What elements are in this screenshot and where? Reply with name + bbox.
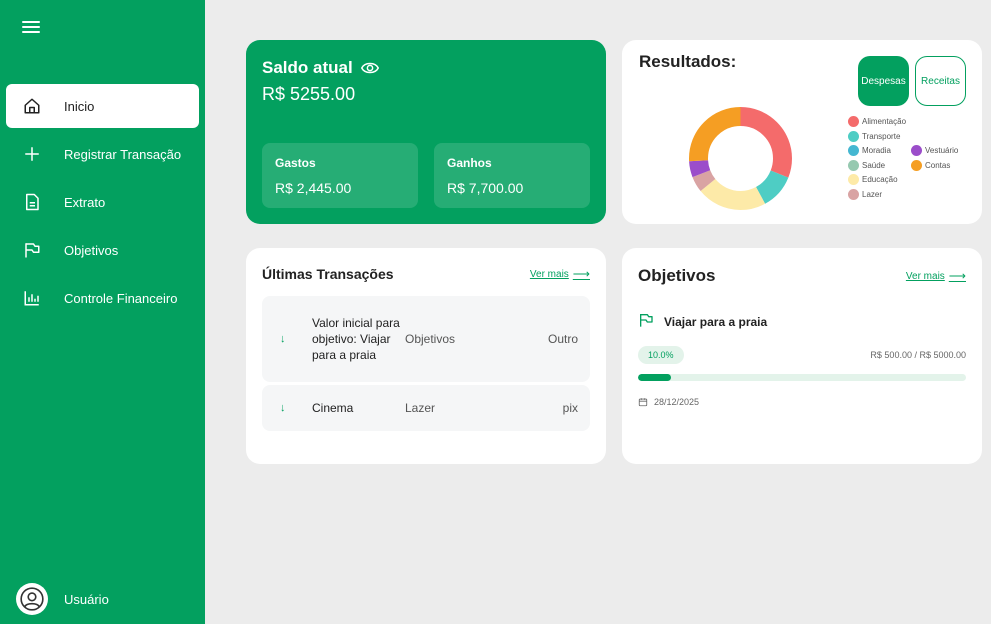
sidebar: Inicio Registrar Transação Extrato Objet…: [0, 0, 205, 624]
transactions-card: Últimas Transações Ver mais ⟶ ↓ Valor in…: [246, 248, 606, 464]
sidebar-item-label: Inicio: [64, 98, 95, 114]
sidebar-nav: Inicio Registrar Transação Extrato Objet…: [0, 84, 205, 324]
legend-item: Lazer: [848, 188, 883, 200]
legend-dot: [848, 188, 859, 200]
income-value: R$ 7,700.00: [447, 180, 524, 196]
legend-label: Vestuário: [925, 146, 959, 155]
expenses-summary: Gastos R$ 2,445.00: [262, 143, 418, 208]
flag-icon: [22, 240, 42, 260]
plus-icon: [22, 144, 42, 164]
legend-item: Saúde: [848, 159, 886, 171]
transactions-title: Últimas Transações: [262, 266, 394, 282]
transactions-see-more-link[interactable]: Ver mais ⟶: [530, 267, 590, 281]
income-label: Ganhos: [447, 156, 492, 170]
balance-amount: R$ 5255.00: [262, 84, 356, 104]
goal-amount: R$ 500.00 / R$ 5000.00: [870, 350, 966, 360]
transaction-row[interactable]: ↓ Valor inicial para objetivo: Viajar pa…: [262, 296, 590, 382]
sidebar-item-objetivos[interactable]: Objetivos: [6, 228, 199, 272]
expenses-button[interactable]: Despesas: [858, 56, 909, 106]
expenses-donut-chart: [689, 107, 792, 210]
goals-see-more-link[interactable]: Ver mais ⟶: [906, 269, 966, 283]
legend-item: Contas: [911, 159, 951, 171]
transaction-method: pix: [562, 401, 578, 415]
legend-item: Educação: [848, 174, 898, 185]
goal-progress-fill: [638, 374, 671, 381]
home-icon: [22, 96, 42, 116]
legend-dot: [848, 174, 859, 185]
goals-card: Objetivos Ver mais ⟶ Viajar para a praia…: [622, 248, 982, 464]
sidebar-item-label: Extrato: [64, 194, 106, 210]
sidebar-item-label: Registrar Transação: [64, 146, 182, 162]
income-button[interactable]: Receitas: [915, 56, 966, 106]
arrow-down-icon: ↓: [280, 402, 286, 414]
goal-progress-bar: [638, 374, 966, 381]
arrow-down-icon: ↓: [280, 333, 286, 345]
legend-item: Alimentação: [848, 116, 906, 127]
menu-icon[interactable]: [22, 18, 42, 36]
expenses-label: Gastos: [275, 156, 316, 170]
transaction-method: Outro: [547, 332, 578, 346]
user-menu[interactable]: Usuário: [16, 583, 109, 615]
results-card: Resultados: Despesas Receitas Alimentaçã…: [622, 40, 982, 224]
sidebar-item-registrar-transacao[interactable]: Registrar Transação: [6, 132, 199, 176]
see-more-label: Ver mais: [905, 270, 945, 282]
arrow-right-icon: ⟶: [948, 269, 966, 283]
legend-item: Transporte: [848, 130, 901, 142]
legend-label: Alimentação: [862, 117, 907, 126]
legend-label: Educação: [862, 175, 898, 184]
see-more-label: Ver mais: [529, 268, 569, 280]
sidebar-item-inicio[interactable]: Inicio: [6, 84, 199, 128]
transaction-description: Valor inicial para objetivo: Viajar para…: [312, 316, 400, 362]
bar-chart-icon: [22, 288, 42, 308]
sidebar-item-controle-financeiro[interactable]: Controle Financeiro: [6, 276, 199, 320]
transaction-category: Lazer: [405, 401, 436, 415]
expenses-value: R$ 2,445.00: [275, 180, 352, 196]
goal-percent-badge: 10.0%: [638, 346, 684, 364]
eye-icon[interactable]: [360, 61, 379, 75]
goal-item[interactable]: Viajar para a praia: [638, 312, 966, 332]
goals-title: Objetivos: [638, 266, 716, 285]
arrow-right-icon: ⟶: [572, 267, 590, 281]
sidebar-item-extrato[interactable]: Extrato: [6, 180, 199, 224]
sidebar-item-label: Controle Financeiro: [64, 290, 178, 306]
legend-dot: [848, 159, 859, 171]
income-summary: Ganhos R$ 7,700.00: [434, 143, 590, 208]
goal-name: Viajar para a praia: [664, 315, 768, 329]
transaction-category: Objetivos: [405, 332, 456, 346]
user-name: Usuário: [64, 591, 109, 607]
legend-item: Moradia: [848, 145, 891, 156]
document-icon: [22, 192, 42, 212]
legend-dot: [911, 159, 922, 171]
legend-dot: [848, 130, 859, 142]
legend-item: Vestuário: [911, 145, 958, 156]
avatar: [16, 583, 48, 615]
sidebar-item-label: Objetivos: [64, 242, 119, 258]
transaction-row[interactable]: ↓ Cinema Lazer pix: [262, 385, 590, 431]
legend-dot: [848, 145, 859, 156]
legend-label: Transporte: [862, 131, 901, 141]
balance-card: Saldo atual R$ 5255.00 Gastos R$ 2,445.0…: [246, 40, 606, 224]
legend-label: Saúde: [862, 160, 886, 170]
flag-icon: [638, 312, 654, 332]
legend-dot: [911, 145, 922, 156]
legend-dot: [848, 116, 859, 127]
legend-label: Lazer: [862, 189, 883, 199]
balance-title: Saldo atual: [262, 58, 353, 77]
legend-label: Contas: [925, 160, 951, 170]
transaction-description: Cinema: [312, 401, 354, 415]
goal-date: 28/12/2025: [654, 397, 700, 407]
calendar-icon: [638, 397, 648, 407]
legend-label: Moradia: [862, 146, 891, 155]
